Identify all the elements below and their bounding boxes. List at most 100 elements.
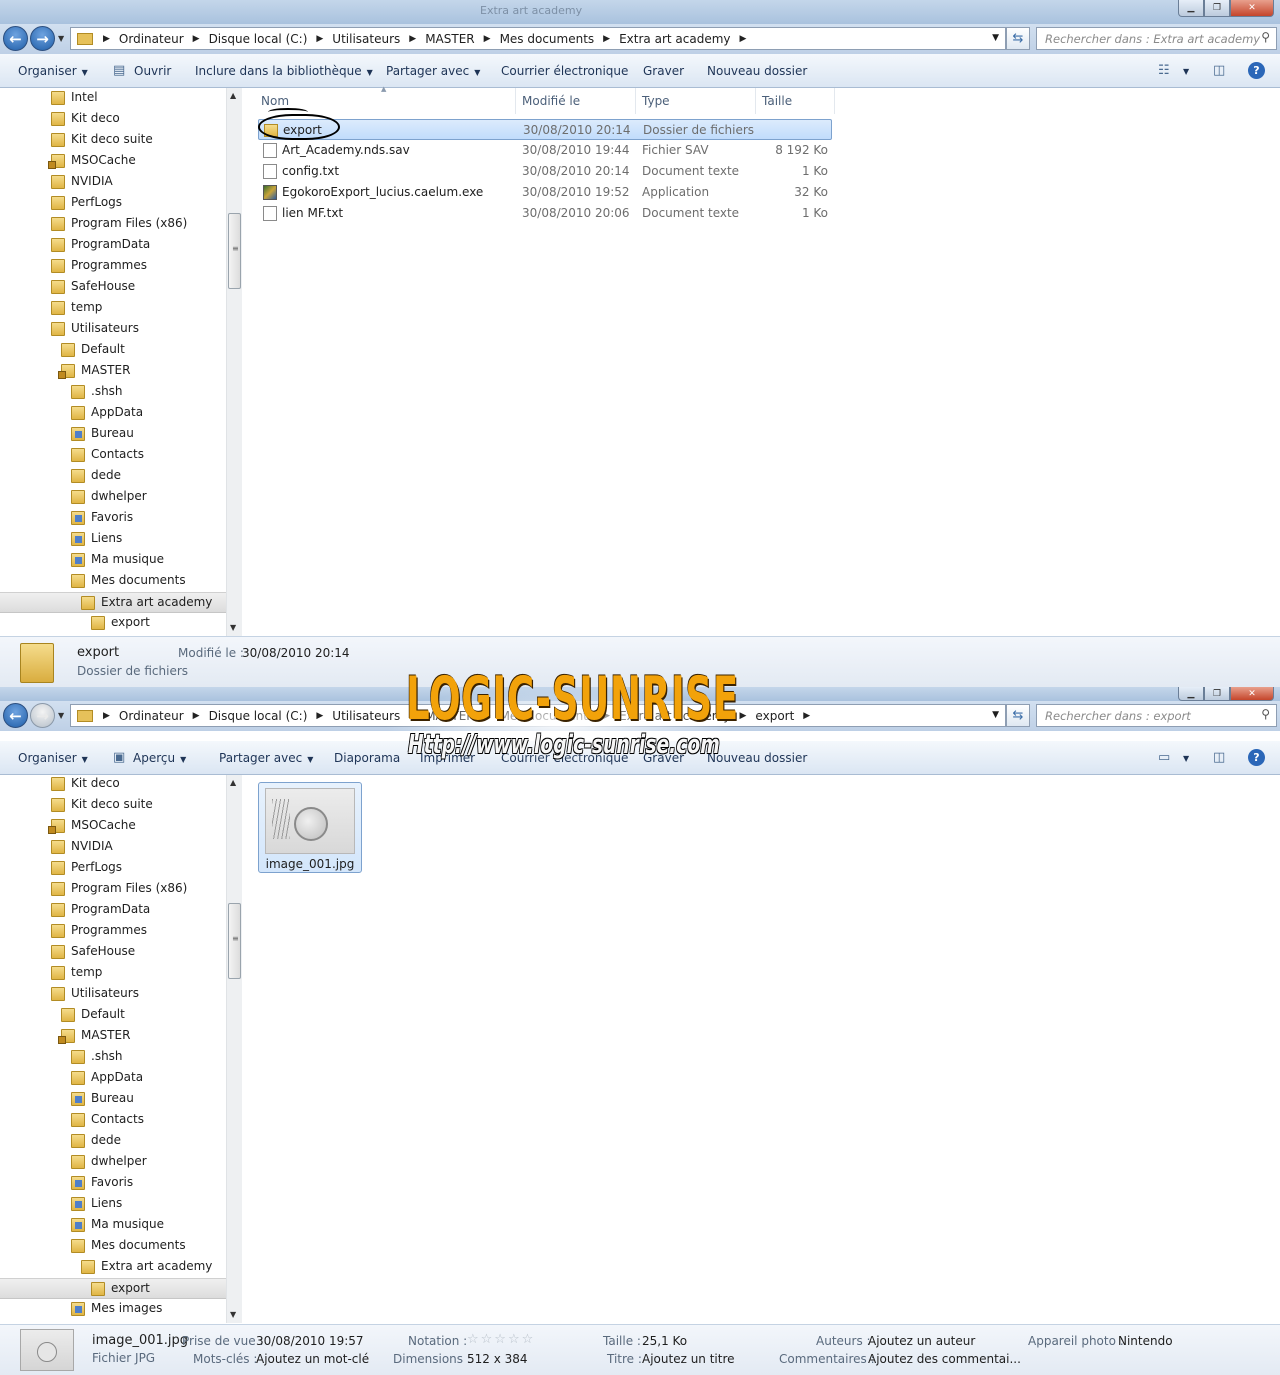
tree-item[interactable]: temp bbox=[0, 298, 226, 319]
tree-item[interactable]: .shsh bbox=[0, 382, 226, 403]
tree-item[interactable]: ProgramData bbox=[0, 235, 226, 256]
comments-field[interactable]: Ajoutez des commentai... bbox=[868, 1352, 1021, 1366]
tree-item[interactable]: MASTER bbox=[0, 1026, 226, 1047]
tree-item[interactable]: MSOCache bbox=[0, 151, 226, 172]
minimize-button[interactable]: ▁ bbox=[1178, 687, 1204, 701]
tree-item[interactable]: Kit deco suite bbox=[0, 130, 226, 151]
file-row[interactable]: lien MF.txt 30/08/2010 20:06 Document te… bbox=[258, 203, 832, 224]
tree-item[interactable]: dede bbox=[0, 1131, 226, 1152]
refresh-button[interactable]: ⇆ bbox=[1006, 27, 1030, 50]
email-button[interactable]: Courrier électronique bbox=[501, 751, 628, 765]
new-folder-button[interactable]: Nouveau dossier bbox=[707, 751, 807, 765]
slideshow-button[interactable]: Diaporama bbox=[334, 751, 400, 765]
file-row[interactable]: config.txt 30/08/2010 20:14 Document tex… bbox=[258, 161, 832, 182]
tree-item[interactable]: Favoris bbox=[0, 1173, 226, 1194]
tree-item[interactable]: Program Files (x86) bbox=[0, 214, 226, 235]
help-icon[interactable]: ? bbox=[1248, 62, 1265, 79]
breadcrumb-item[interactable]: Ordinateur bbox=[119, 32, 184, 46]
organize-menu[interactable]: Organiser ▼ bbox=[18, 751, 88, 765]
scroll-up-icon[interactable]: ▲ bbox=[230, 778, 236, 787]
breadcrumb-item[interactable]: Mes documents bbox=[500, 32, 595, 46]
scroll-up-icon[interactable]: ▲ bbox=[230, 91, 236, 100]
view-dropdown-icon[interactable]: ▼ bbox=[1183, 67, 1189, 76]
share-with-menu[interactable]: Partager avec ▼ bbox=[219, 751, 313, 765]
scroll-down-icon[interactable]: ▼ bbox=[230, 623, 236, 632]
back-button[interactable]: ← bbox=[3, 703, 28, 728]
tree-scrollbar[interactable]: ▲ ≡ ▼ bbox=[226, 775, 242, 1323]
close-button[interactable]: ✕ bbox=[1230, 0, 1274, 17]
tree-item[interactable]: MSOCache bbox=[0, 816, 226, 837]
tree-item[interactable]: Contacts bbox=[0, 445, 226, 466]
file-row[interactable]: EgokoroExport_lucius.caelum.exe 30/08/20… bbox=[258, 182, 832, 203]
address-bar[interactable]: ▶ Ordinateur ▶ Disque local (C:) ▶ Utilisa… bbox=[70, 704, 1006, 727]
breadcrumb-item[interactable]: Mes documents bbox=[500, 709, 595, 723]
breadcrumb-item[interactable]: Disque local (C:) bbox=[209, 32, 308, 46]
breadcrumb-item[interactable]: Extra art academy bbox=[619, 709, 730, 723]
title-bar[interactable]: Extra art academy ▁ ❐ ✕ bbox=[0, 0, 1280, 24]
tree-item[interactable]: Program Files (x86) bbox=[0, 879, 226, 900]
scroll-down-icon[interactable]: ▼ bbox=[230, 1310, 236, 1319]
history-dropdown-icon[interactable]: ▼ bbox=[58, 711, 64, 720]
column-size[interactable]: Taille bbox=[762, 94, 792, 108]
tree-item[interactable]: Default bbox=[0, 1005, 226, 1026]
tree-item[interactable]: Utilisateurs bbox=[0, 984, 226, 1005]
image-file-tile[interactable]: image_001.jpg bbox=[258, 782, 362, 873]
search-icon[interactable]: ⚲ bbox=[1261, 707, 1270, 721]
tree-item-selected[interactable]: export bbox=[0, 1278, 226, 1299]
tree-item[interactable]: Ma musique bbox=[0, 1215, 226, 1236]
tree-item[interactable]: temp bbox=[0, 963, 226, 984]
help-icon[interactable]: ? bbox=[1248, 749, 1265, 766]
print-button[interactable]: Imprimer bbox=[420, 751, 475, 765]
refresh-button[interactable]: ⇆ bbox=[1006, 704, 1030, 727]
email-button[interactable]: Courrier électronique bbox=[501, 64, 628, 78]
tree-item[interactable]: dwhelper bbox=[0, 1152, 226, 1173]
tree-item[interactable]: Default bbox=[0, 340, 226, 361]
tree-item[interactable]: Ma musique bbox=[0, 550, 226, 571]
preview-pane-icon[interactable]: ◫ bbox=[1213, 63, 1225, 78]
maximize-button[interactable]: ❐ bbox=[1204, 0, 1230, 17]
column-modified[interactable]: Modifié le bbox=[522, 94, 580, 108]
tree-item[interactable]: SafeHouse bbox=[0, 942, 226, 963]
scroll-thumb[interactable]: ≡ bbox=[228, 903, 241, 979]
breadcrumb-item[interactable]: Disque local (C:) bbox=[209, 709, 308, 723]
minimize-button[interactable]: ▁ bbox=[1178, 0, 1204, 17]
forward-button[interactable]: → bbox=[30, 703, 55, 728]
column-name[interactable]: Nom bbox=[261, 94, 289, 108]
tree-item[interactable]: Kit deco suite bbox=[0, 795, 226, 816]
tree-item[interactable]: Contacts bbox=[0, 1110, 226, 1131]
view-options-icon[interactable]: ▭ bbox=[1158, 750, 1170, 765]
include-in-library-menu[interactable]: Inclure dans la bibliothèque ▼ bbox=[195, 64, 373, 78]
back-button[interactable]: ← bbox=[3, 26, 28, 51]
tree-item[interactable]: Kit deco bbox=[0, 109, 226, 130]
tree-item[interactable]: Bureau bbox=[0, 424, 226, 445]
tree-item[interactable]: Intel bbox=[0, 88, 226, 109]
preview-pane-icon[interactable]: ◫ bbox=[1213, 750, 1225, 765]
tree-item[interactable]: dede bbox=[0, 466, 226, 487]
breadcrumb-item[interactable]: Ordinateur bbox=[119, 709, 184, 723]
tree-item[interactable]: Liens bbox=[0, 529, 226, 550]
share-with-menu[interactable]: Partager avec ▼ bbox=[386, 64, 480, 78]
breadcrumb-item[interactable]: Utilisateurs bbox=[332, 709, 400, 723]
tree-item[interactable]: AppData bbox=[0, 403, 226, 424]
search-icon[interactable]: ⚲ bbox=[1261, 30, 1270, 44]
search-input[interactable]: Rechercher dans : Extra art academy ⚲ bbox=[1036, 27, 1277, 50]
burn-button[interactable]: Graver bbox=[643, 64, 684, 78]
tree-item[interactable]: Mes images bbox=[0, 1299, 226, 1320]
tree-item[interactable]: PerfLogs bbox=[0, 193, 226, 214]
tree-item-selected[interactable]: Extra art academy bbox=[0, 592, 226, 613]
tree-scrollbar[interactable]: ▲ ≡ ▼ bbox=[226, 88, 242, 636]
address-dropdown-icon[interactable]: ▼ bbox=[992, 33, 999, 43]
address-bar[interactable]: ▶ Ordinateur ▶ Disque local (C:) ▶ Utilisa… bbox=[70, 27, 1006, 50]
tree-item[interactable]: dwhelper bbox=[0, 487, 226, 508]
file-row-selected[interactable]: export 30/08/2010 20:14 Dossier de fichi… bbox=[258, 119, 832, 140]
tree-item[interactable]: .shsh bbox=[0, 1047, 226, 1068]
tree-item[interactable]: Utilisateurs bbox=[0, 319, 226, 340]
tree-item[interactable]: Programmes bbox=[0, 256, 226, 277]
tree-item[interactable]: Extra art academy bbox=[0, 1257, 226, 1278]
authors-field[interactable]: Ajoutez un auteur bbox=[868, 1334, 975, 1348]
tree-item[interactable]: NVIDIA bbox=[0, 837, 226, 858]
breadcrumb-item[interactable]: Utilisateurs bbox=[332, 32, 400, 46]
tree-item[interactable]: Mes documents bbox=[0, 571, 226, 592]
tree-item[interactable]: Favoris bbox=[0, 508, 226, 529]
tree-item[interactable]: AppData bbox=[0, 1068, 226, 1089]
